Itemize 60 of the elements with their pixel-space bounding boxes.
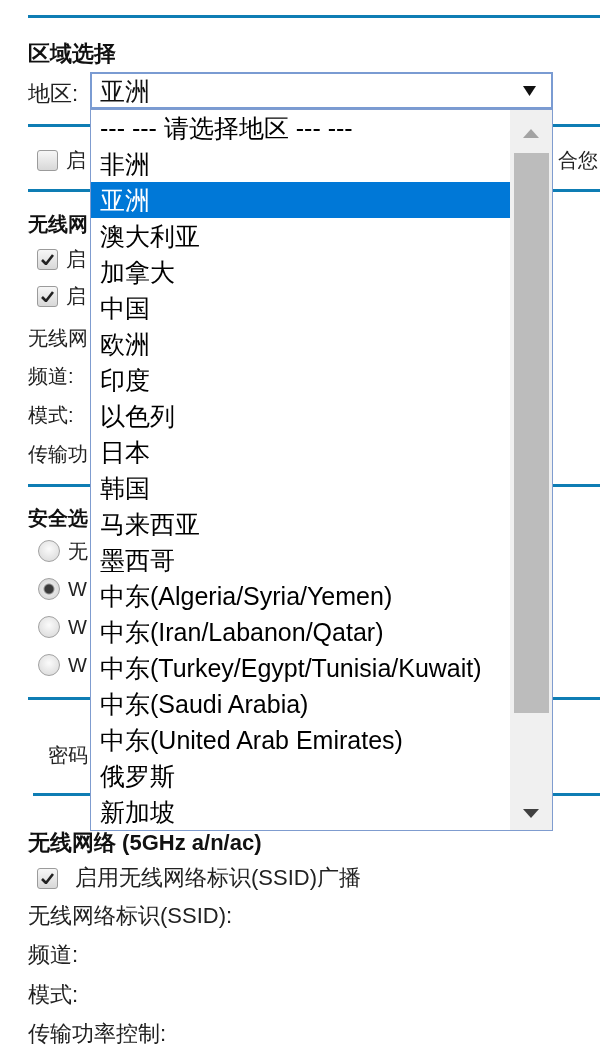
checkbox-label: 启	[66, 247, 86, 271]
dropdown-option[interactable]: 中东(Turkey/Egypt/Tunisia/Kuwait)	[91, 650, 510, 686]
radio-button[interactable]	[38, 540, 60, 562]
checkbox-label: 启	[66, 284, 86, 308]
dropdown-option[interactable]: 墨西哥	[91, 542, 510, 578]
checkbox-label: 启	[66, 148, 86, 172]
dropdown-option[interactable]: 非洲	[91, 146, 510, 182]
checkbox[interactable]	[37, 867, 58, 889]
checkbox[interactable]	[37, 285, 58, 307]
dropdown-option[interactable]: 新加坡	[91, 794, 510, 830]
radio-label: 无	[68, 539, 88, 563]
dropdown-option[interactable]: 中国	[91, 290, 510, 326]
scrollbar-thumb[interactable]	[513, 153, 549, 713]
radio-label: W	[68, 577, 87, 601]
checkbox-label: 启用无线网络标识(SSID)广播	[75, 864, 361, 892]
dropdown-option[interactable]: 中东(United Arab Emirates)	[91, 722, 510, 758]
dropdown-option[interactable]: 韩国	[91, 470, 510, 506]
checkbox[interactable]	[37, 248, 58, 270]
dropdown-option[interactable]: 日本	[91, 434, 510, 470]
radio-button[interactable]	[38, 578, 60, 600]
dropdown-option[interactable]: --- --- 请选择地区 --- ---	[91, 110, 510, 146]
scroll-down-icon[interactable]	[523, 809, 539, 818]
region-select[interactable]: 亚洲	[90, 72, 553, 109]
dropdown-option[interactable]: 俄罗斯	[91, 758, 510, 794]
section-title: 无线网络 (5GHz a/n/ac)	[28, 829, 262, 857]
radio-button[interactable]	[38, 654, 60, 676]
section-title: 无线网	[28, 212, 88, 236]
field-label: 传输功	[28, 441, 88, 466]
field-label: 频道:	[28, 364, 74, 388]
scrollbar[interactable]	[510, 110, 552, 830]
field-label: 模式:	[28, 981, 79, 1009]
dropdown-option[interactable]: 澳大利亚	[91, 218, 510, 254]
dropdown-option[interactable]: 以色列	[91, 398, 510, 434]
section-title: 安全选	[28, 506, 88, 530]
checkmark-icon	[41, 872, 54, 884]
dropdown-option[interactable]: 中东(Algeria/Syria/Yemen)	[91, 578, 510, 614]
radio-label: W	[68, 615, 87, 639]
dropdown-option[interactable]: 加拿大	[91, 254, 510, 290]
checkmark-icon	[41, 253, 54, 265]
dropdown-option[interactable]: 印度	[91, 362, 510, 398]
scroll-up-icon[interactable]	[523, 129, 539, 138]
field-label: 传输功率控制:	[28, 1020, 167, 1048]
field-label: 地区:	[28, 81, 80, 108]
dropdown-option[interactable]: 亚洲	[91, 182, 510, 218]
field-label: 密码	[48, 743, 88, 767]
field-label: 模式:	[28, 402, 74, 427]
radio-button[interactable]	[38, 616, 60, 638]
field-label: 无线网络标识(SSID):	[28, 902, 233, 930]
dropdown-option[interactable]: 欧洲	[91, 326, 510, 362]
section-title: 区域选择	[28, 40, 116, 68]
radio-label: W	[68, 653, 87, 677]
dropdown-option[interactable]: 中东(Iran/Labanon/Qatar)	[91, 614, 510, 650]
field-label: 无线网	[28, 326, 88, 350]
dropdown-option[interactable]: 马来西亚	[91, 506, 510, 542]
caret-icon	[523, 85, 536, 96]
checkbox[interactable]	[37, 149, 58, 171]
field-label: 频道:	[28, 941, 79, 969]
dropdown-option[interactable]: 中东(Saudi Arabia)	[91, 686, 510, 722]
checkbox-label: 合您	[558, 148, 598, 172]
checkmark-icon	[41, 290, 54, 302]
